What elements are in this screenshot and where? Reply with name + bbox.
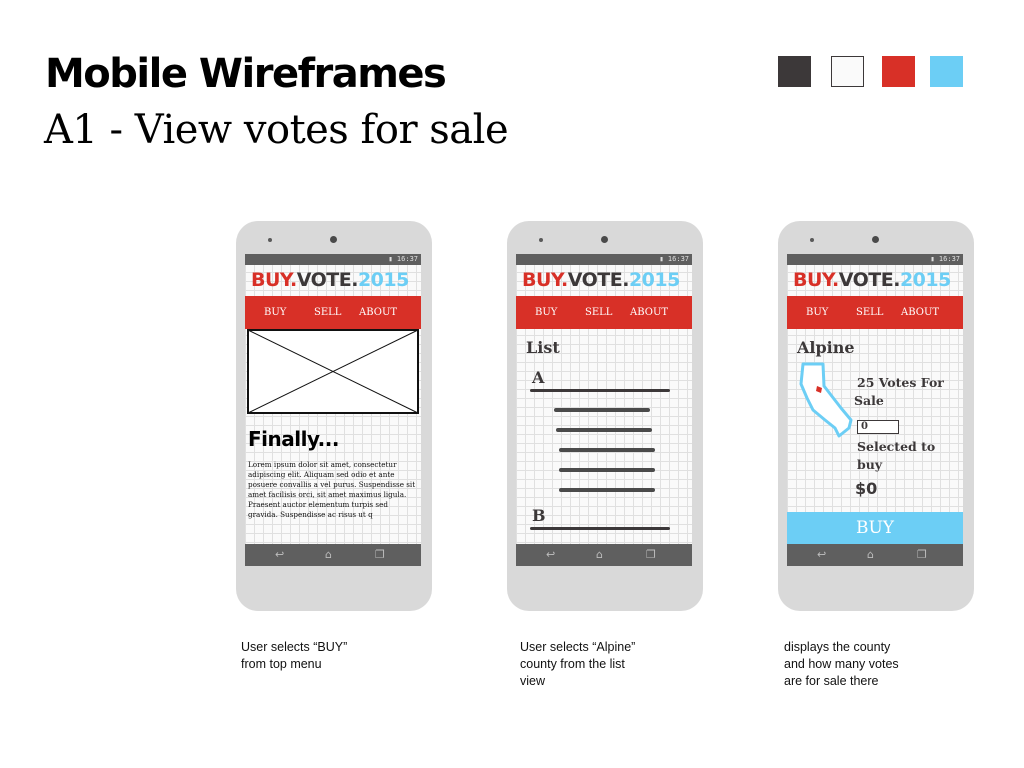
color-swatch-dark bbox=[778, 56, 811, 87]
list-title: List bbox=[526, 338, 560, 357]
camera-icon bbox=[330, 236, 337, 243]
california-map-icon bbox=[799, 362, 853, 438]
section-divider bbox=[530, 389, 670, 392]
page-subtitle: A1 - View votes for sale bbox=[44, 107, 509, 153]
recent-apps-icon[interactable]: ❐ bbox=[917, 549, 927, 561]
nav-buy[interactable]: BUY bbox=[535, 296, 557, 329]
app-logo[interactable]: BUY.VOTE.2015 bbox=[522, 267, 680, 293]
list-item[interactable] bbox=[554, 408, 650, 412]
votes-for-sale-label-cont: Sale bbox=[854, 393, 884, 408]
article-body: Lorem ipsum dolor sit amet, consectetur … bbox=[248, 460, 416, 519]
article-heading: Finally... bbox=[248, 427, 339, 451]
top-nav: BUY SELL ABOUT bbox=[516, 296, 692, 329]
android-nav-bar: ↩ ⌂ ❐ bbox=[245, 544, 421, 566]
image-placeholder bbox=[247, 329, 419, 414]
color-swatch-red bbox=[882, 56, 915, 87]
color-swatch-white bbox=[831, 56, 864, 87]
caption-step-3: displays the county and how many votes a… bbox=[784, 640, 899, 688]
phone-mockup-list: ▮ 16:37 BUY.VOTE.2015 BUY SELL ABOUT Lis… bbox=[507, 221, 703, 611]
selected-to-buy-label: Selected to bbox=[857, 439, 936, 454]
recent-apps-icon[interactable]: ❐ bbox=[646, 549, 656, 561]
caption-step-2: User selects “Alpine” county from the li… bbox=[520, 640, 636, 688]
caption-step-1: User selects “BUY” from top menu bbox=[241, 640, 348, 671]
nav-sell[interactable]: SELL bbox=[314, 296, 341, 329]
camera-icon bbox=[872, 236, 879, 243]
phone-screen: ▮ 16:37 BUY.VOTE.2015 BUY SELL ABOUT Alp… bbox=[787, 254, 963, 566]
total-price: $0 bbox=[855, 479, 878, 498]
nav-buy[interactable]: BUY bbox=[806, 296, 828, 329]
votes-for-sale-label: 25 Votes For bbox=[857, 375, 944, 390]
back-icon[interactable]: ↩ bbox=[275, 549, 284, 561]
android-nav-bar: ↩ ⌂ ❐ bbox=[516, 544, 692, 566]
color-swatch-blue bbox=[930, 56, 963, 87]
back-icon[interactable]: ↩ bbox=[817, 549, 826, 561]
recent-apps-icon[interactable]: ❐ bbox=[375, 549, 385, 561]
app-logo[interactable]: BUY.VOTE.2015 bbox=[251, 267, 409, 293]
battery-icon: ▮ bbox=[930, 255, 939, 263]
home-icon[interactable]: ⌂ bbox=[867, 549, 874, 561]
android-nav-bar: ↩ ⌂ ❐ bbox=[787, 544, 963, 566]
nav-about[interactable]: ABOUT bbox=[901, 296, 939, 329]
section-letter-b: B bbox=[532, 506, 546, 525]
list-item[interactable] bbox=[559, 488, 655, 492]
home-icon[interactable]: ⌂ bbox=[325, 549, 332, 561]
home-icon[interactable]: ⌂ bbox=[596, 549, 603, 561]
phone-mockup-home: ▮ 16:37 BUY.VOTE.2015 BUY SELL ABOUT Fin… bbox=[236, 221, 432, 611]
top-nav: BUY SELL ABOUT bbox=[245, 296, 421, 329]
status-bar: ▮ 16:37 bbox=[516, 254, 692, 265]
status-time: 16:37 bbox=[396, 255, 418, 263]
section-divider bbox=[530, 527, 670, 530]
nav-about[interactable]: ABOUT bbox=[630, 296, 668, 329]
status-bar: ▮ 16:37 bbox=[787, 254, 963, 265]
status-time: 16:37 bbox=[938, 255, 960, 263]
speaker-dot bbox=[539, 238, 543, 242]
nav-about[interactable]: ABOUT bbox=[359, 296, 397, 329]
back-icon[interactable]: ↩ bbox=[546, 549, 555, 561]
status-bar: ▮ 16:37 bbox=[245, 254, 421, 265]
battery-icon: ▮ bbox=[659, 255, 668, 263]
battery-icon: ▮ bbox=[388, 255, 397, 263]
nav-sell[interactable]: SELL bbox=[856, 296, 883, 329]
phone-screen: ▮ 16:37 BUY.VOTE.2015 BUY SELL ABOUT Lis… bbox=[516, 254, 692, 566]
buy-button[interactable]: BUY bbox=[787, 512, 963, 544]
app-logo[interactable]: BUY.VOTE.2015 bbox=[793, 267, 951, 293]
nav-sell[interactable]: SELL bbox=[585, 296, 612, 329]
list-item[interactable] bbox=[556, 428, 652, 432]
list-item[interactable] bbox=[559, 448, 655, 452]
status-time: 16:37 bbox=[667, 255, 689, 263]
camera-icon bbox=[601, 236, 608, 243]
page-title: Mobile Wireframes bbox=[45, 51, 447, 97]
phone-screen: ▮ 16:37 BUY.VOTE.2015 BUY SELL ABOUT Fin… bbox=[245, 254, 421, 566]
nav-buy[interactable]: BUY bbox=[264, 296, 286, 329]
phone-mockup-county: ▮ 16:37 BUY.VOTE.2015 BUY SELL ABOUT Alp… bbox=[778, 221, 974, 611]
list-item[interactable] bbox=[559, 468, 655, 472]
speaker-dot bbox=[268, 238, 272, 242]
quantity-input[interactable]: 0 bbox=[857, 420, 899, 434]
speaker-dot bbox=[810, 238, 814, 242]
county-name: Alpine bbox=[797, 338, 855, 357]
top-nav: BUY SELL ABOUT bbox=[787, 296, 963, 329]
section-letter-a: A bbox=[532, 368, 545, 387]
selected-to-buy-label-cont: buy bbox=[857, 457, 883, 472]
